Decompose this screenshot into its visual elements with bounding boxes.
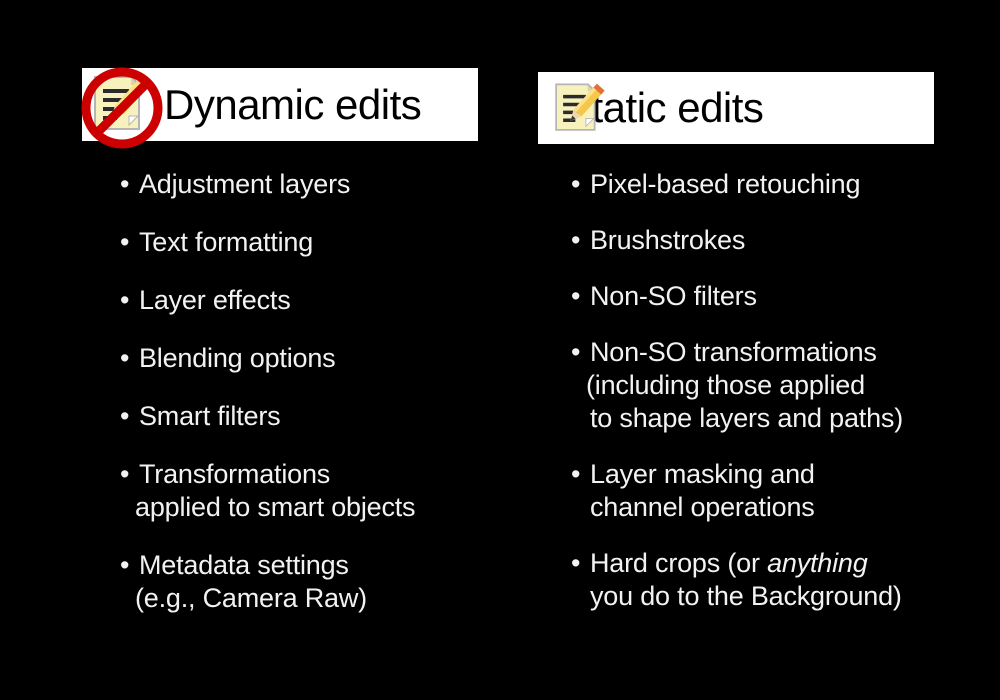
bullet-icon: • [120,227,130,257]
bullet-icon: • [571,459,581,489]
bullet-icon: • [120,343,130,373]
list-item-line1: Hard crops (or anything [590,548,868,578]
list-item-label: Text formatting [139,227,314,257]
list-item: • Layer effects [120,284,530,317]
list-item: • Pixel-based retouching [571,168,986,201]
list-item-line1: Transformations [139,459,331,489]
list-item-line1: Non-SO transformations [590,337,877,367]
list-item: • Transformations applied to smart objec… [120,458,530,524]
list-item-label: Hard crops (or anything you do to the Ba… [590,547,986,613]
list-item-line2: channel operations [590,492,815,522]
list-item-label: Brushstrokes [590,225,746,255]
list-item-label: Layer masking and channel operations [590,458,986,524]
list-item-label: Pixel-based retouching [590,169,861,199]
bullet-icon: • [571,548,581,578]
list-item: • Hard crops (or anything you do to the … [571,547,986,613]
list-item: • Brushstrokes [571,224,986,257]
bullet-icon: • [120,459,130,489]
list-item: • Non-SO filters [571,280,986,313]
list-item-label: Non-SO filters [590,281,757,311]
prohibition-icon [81,67,163,149]
list-item-label: Layer effects [139,285,291,315]
list-item-line2: (e.g., Camera Raw) [135,583,367,613]
header-title-dynamic: Dynamic edits [164,80,422,128]
bullet-icon: • [571,169,581,199]
list-item-label: Blending options [139,343,336,373]
list-static-edits: • Pixel-based retouching • Brushstrokes … [571,168,986,636]
list-item-label: Transformations applied to smart objects [135,458,530,524]
list-item-line3: to shape layers and paths) [590,403,903,433]
list-item-label: Non-SO transformations (including those … [586,336,986,435]
list-item-label: Adjustment layers [139,169,351,199]
bullet-icon: • [120,285,130,315]
list-item-line1-emphasis: anything [767,548,868,578]
memo-pencil-icon [555,83,605,131]
list-item: • Adjustment layers [120,168,530,201]
bullet-icon: • [571,225,581,255]
bullet-icon: • [571,337,581,367]
list-item-line1: Layer masking and [590,459,815,489]
list-item: • Smart filters [120,400,530,433]
list-item-line1-prefix: Hard crops (or [590,548,768,578]
bullet-icon: • [571,281,581,311]
list-item-line2: (including those applied [586,370,865,400]
slide-root: Dynamic edits Static edits • Adjustment … [0,0,1000,700]
list-item: • Metadata settings (e.g., Camera Raw) [120,549,530,615]
list-item: • Text formatting [120,226,530,259]
bullet-icon: • [120,169,130,199]
list-item-line2: applied to smart objects [135,492,416,522]
list-item-line1: Metadata settings [139,550,349,580]
bullet-icon: • [120,550,130,580]
bullet-icon: • [120,401,130,431]
list-item: • Layer masking and channel operations [571,458,986,524]
list-dynamic-edits: • Adjustment layers • Text formatting • … [120,168,530,640]
list-item: • Non-SO transformations (including thos… [571,336,986,435]
list-item-label: Metadata settings (e.g., Camera Raw) [135,549,530,615]
list-item: • Blending options [120,342,530,375]
list-item-line2: you do to the Background) [590,581,902,611]
list-item-label: Smart filters [139,401,281,431]
